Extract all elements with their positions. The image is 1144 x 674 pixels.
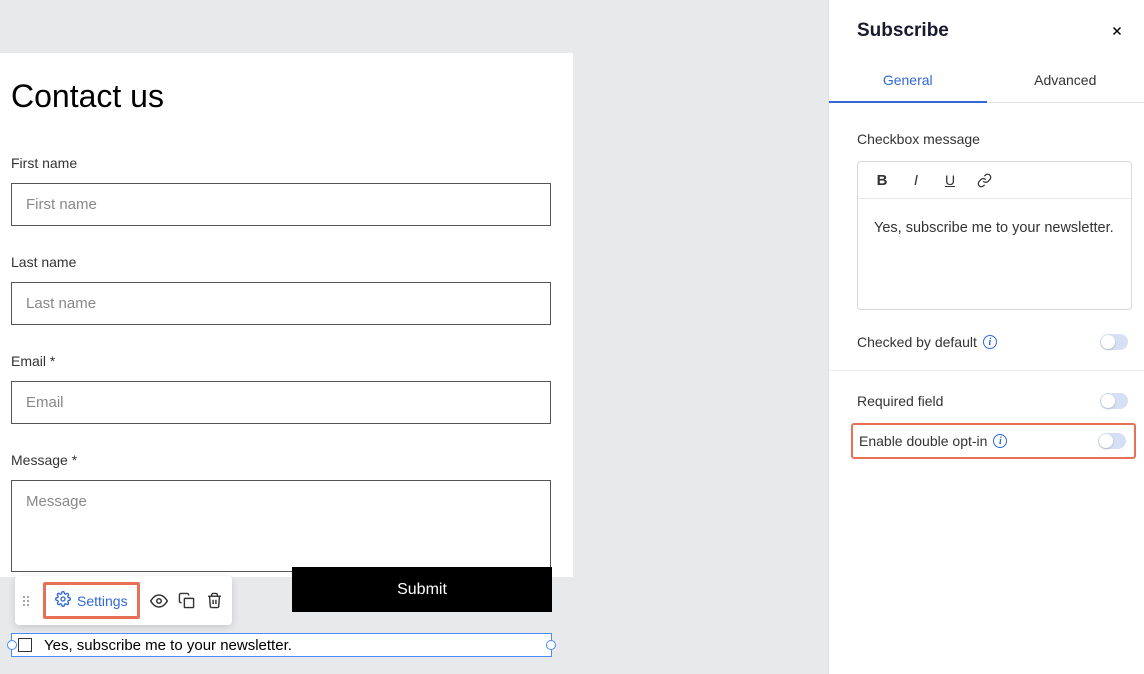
panel-tabs: General Advanced xyxy=(829,60,1144,103)
message-label: Message * xyxy=(11,452,573,468)
duplicate-button[interactable] xyxy=(178,592,196,610)
checkbox-icon xyxy=(18,638,32,652)
settings-highlight: Settings xyxy=(43,582,140,619)
underline-icon: U xyxy=(945,172,955,188)
close-icon xyxy=(1110,24,1124,38)
required-field-label: Required field xyxy=(857,393,943,409)
info-icon[interactable]: i xyxy=(993,434,1007,448)
message-input[interactable] xyxy=(11,480,551,572)
email-input[interactable] xyxy=(11,381,551,424)
italic-button[interactable]: I xyxy=(908,172,924,188)
panel-title: Subscribe xyxy=(857,20,949,42)
double-opt-in-toggle[interactable] xyxy=(1098,433,1126,449)
info-icon[interactable]: i xyxy=(983,335,997,349)
form-title: Contact us xyxy=(11,78,573,115)
email-label: Email * xyxy=(11,353,573,369)
panel-header: Subscribe xyxy=(829,0,1144,60)
bold-button[interactable]: B xyxy=(874,172,890,188)
double-opt-in-text: Enable double opt-in xyxy=(859,433,987,449)
settings-label: Settings xyxy=(77,593,128,609)
checked-by-default-text: Checked by default xyxy=(857,334,977,350)
editor-content[interactable]: Yes, subscribe me to your newsletter. xyxy=(858,199,1131,309)
tab-advanced[interactable]: Advanced xyxy=(987,60,1144,102)
form-card: Contact us First name Last name Email * … xyxy=(0,53,573,577)
element-toolbar: Settings xyxy=(15,576,232,625)
editor-toolbar: B I U xyxy=(858,162,1131,199)
panel-body: Checkbox message B I U Yes, subscribe me… xyxy=(829,103,1144,459)
gear-icon xyxy=(55,591,71,610)
trash-icon xyxy=(206,592,223,609)
delete-button[interactable] xyxy=(206,592,224,610)
required-field-row: Required field xyxy=(829,370,1144,409)
settings-panel: Subscribe General Advanced Checkbox mess… xyxy=(828,0,1144,674)
checked-by-default-toggle[interactable] xyxy=(1100,334,1128,350)
settings-button[interactable]: Settings xyxy=(49,587,134,614)
close-button[interactable] xyxy=(1108,22,1126,40)
underline-button[interactable]: U xyxy=(942,172,958,188)
first-name-label: First name xyxy=(11,155,573,171)
checked-by-default-row: Checked by default i xyxy=(857,334,1132,350)
last-name-label: Last name xyxy=(11,254,573,270)
field-email: Email * xyxy=(11,353,573,424)
eye-icon xyxy=(150,592,168,610)
required-field-toggle[interactable] xyxy=(1100,393,1128,409)
checked-by-default-label: Checked by default i xyxy=(857,334,997,350)
first-name-input[interactable] xyxy=(11,183,551,226)
double-opt-in-row: Enable double opt-in i xyxy=(851,423,1136,459)
preview-button[interactable] xyxy=(150,592,168,610)
link-icon xyxy=(977,173,992,188)
rich-text-editor: B I U Yes, subscribe me to your newslett… xyxy=(857,161,1132,310)
bold-icon: B xyxy=(877,172,888,189)
tab-general[interactable]: General xyxy=(829,60,987,103)
field-last-name: Last name xyxy=(11,254,573,325)
last-name-input[interactable] xyxy=(11,282,551,325)
subscribe-checkbox-text: Yes, subscribe me to your newsletter. xyxy=(44,637,292,654)
subscribe-checkbox-element[interactable]: Yes, subscribe me to your newsletter. xyxy=(11,633,552,657)
link-button[interactable] xyxy=(976,172,992,188)
submit-button[interactable]: Submit xyxy=(292,567,552,612)
double-opt-in-label: Enable double opt-in i xyxy=(859,433,1007,449)
field-first-name: First name xyxy=(11,155,573,226)
italic-icon: I xyxy=(914,172,918,189)
checkbox-message-label: Checkbox message xyxy=(857,131,1132,147)
drag-handle-icon[interactable] xyxy=(23,596,33,606)
copy-icon xyxy=(178,592,195,609)
field-message: Message * xyxy=(11,452,573,577)
